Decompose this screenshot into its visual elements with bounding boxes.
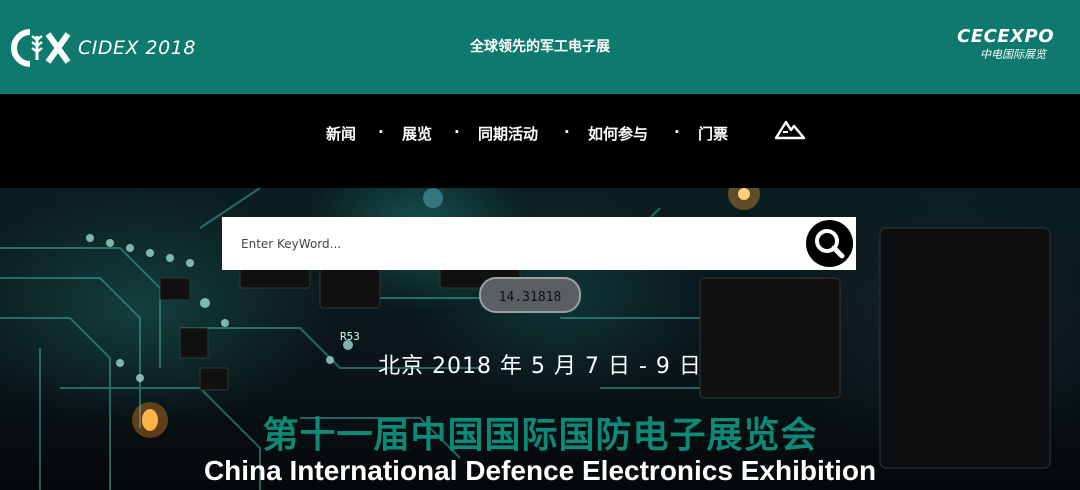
nav-item-tickets[interactable]: 门票 — [698, 123, 728, 144]
nav-separator: · — [564, 123, 570, 141]
exhibition-title-en: China International Defence Electronics … — [203, 455, 877, 486]
nav-item-events[interactable]: 同期活动 — [478, 123, 538, 144]
top-banner: CIDEX 2018 全球领先的军工电子展 CECEXPO 中电国际展览 — [0, 0, 1080, 94]
search-button[interactable] — [806, 220, 853, 267]
search-icon — [815, 229, 845, 259]
search-input[interactable] — [222, 217, 792, 270]
nav-separator: · — [674, 123, 680, 141]
nav-item-news[interactable]: 新闻 — [326, 123, 356, 144]
cecexpo-logo-text: CECEXPO — [957, 26, 1054, 47]
event-date: 北京 2018 年 5 月 7 日 - 9 日 — [378, 354, 702, 379]
cecexpo-logo[interactable]: CECEXPO 中电国际展览 — [929, 26, 1054, 72]
exhibition-title-cn: 第十一届中国国际国防电子展览会 — [262, 415, 818, 456]
main-nav: 新闻 · 展览 · 同期活动 · 如何参与 · 门票 — [0, 123, 1080, 147]
nav-separator: · — [454, 123, 460, 141]
tagline: 全球领先的军工电子展 — [470, 39, 610, 55]
nav-item-exhibition[interactable]: 展览 — [402, 123, 432, 144]
nav-item-participate[interactable]: 如何参与 — [588, 123, 648, 144]
cecexpo-logo-subtext: 中电国际展览 — [980, 48, 1046, 61]
resistor-label: R53 — [340, 330, 360, 343]
mountain-icon[interactable] — [774, 118, 806, 140]
search-bar — [222, 217, 856, 270]
nav-separator: · — [378, 123, 384, 141]
crystal-label: 14.31818 — [499, 290, 562, 305]
